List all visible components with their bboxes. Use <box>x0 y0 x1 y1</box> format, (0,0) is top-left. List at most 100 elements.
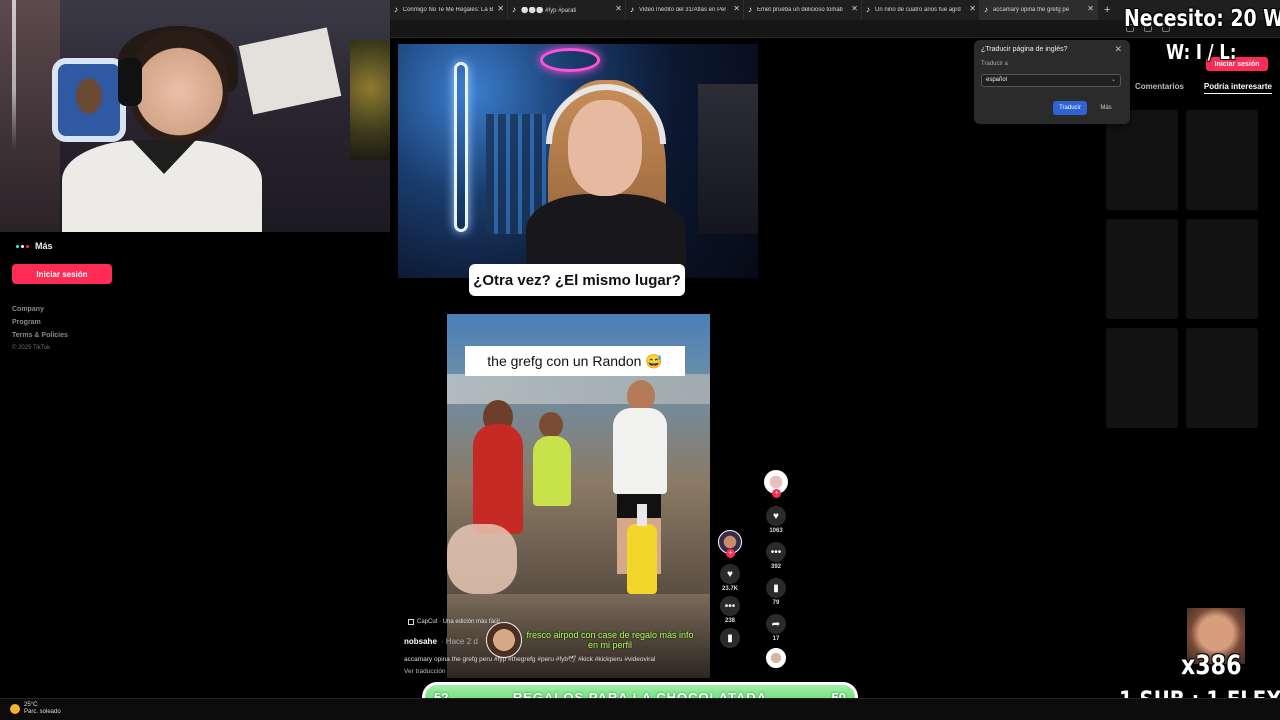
sun-icon <box>10 704 20 714</box>
more-button[interactable]: Más <box>1091 101 1121 115</box>
tiktok-icon <box>630 5 636 14</box>
stream-screen: Más Iniciar sesión Company Program Terms… <box>0 0 1280 720</box>
language-select[interactable]: español ⌄ <box>981 74 1121 87</box>
more-label: Más <box>35 241 53 251</box>
close-icon[interactable]: ✕ <box>615 4 622 13</box>
browser-tab[interactable]: Emet prueba un delicioso tomati ✕ <box>744 0 862 20</box>
bookmark-icon[interactable]: ▮ <box>720 628 740 648</box>
tab-related[interactable]: Podría interesarte <box>1203 82 1272 94</box>
tab-label: ⚪⚪⚪ #fyp #parati <box>521 7 577 14</box>
capcut-link[interactable]: CapCut · Una edición más fácil <box>408 619 500 625</box>
inner-like-count: 23.7K <box>721 586 738 592</box>
sidebar-login-button[interactable]: Iniciar sesión <box>12 264 112 284</box>
inner-comment-count: 238 <box>724 618 735 624</box>
translate-button[interactable]: Traducir <box>1053 101 1087 115</box>
related-videos-grid <box>1106 110 1258 428</box>
browser-tab-active[interactable]: accamary opina the grefg pe ✕ <box>980 0 1098 20</box>
weather-text: 25°C Parc. soleado <box>24 702 61 716</box>
related-video-thumb[interactable] <box>1186 110 1258 210</box>
webcam-stool <box>52 58 126 142</box>
video-author[interactable]: nobsahe · Hace 2 d <box>404 637 478 646</box>
temperature: 25°C <box>24 702 38 708</box>
see-translation-link[interactable]: Ver traducción <box>404 668 446 675</box>
video-inner-frame[interactable]: the grefg con un Randon 😅 <box>447 314 710 594</box>
awning <box>447 374 710 404</box>
win-loss-text: W: I / L: <box>1166 40 1237 64</box>
translate-title: ¿Traducir página de inglés? <box>981 46 1068 53</box>
neon-sign <box>540 48 600 72</box>
chevron-down-icon: ⌄ <box>1110 77 1116 83</box>
browser-tab[interactable]: ⚪⚪⚪ #fyp #parati ✕ <box>508 0 626 20</box>
heart-icon[interactable]: ♥ <box>720 564 740 584</box>
capcut-icon <box>408 619 414 625</box>
copyright: © 2025 TikTok <box>12 345 51 351</box>
more-menu[interactable]: Más <box>16 241 53 251</box>
footer-link-company[interactable]: Company <box>12 306 68 313</box>
bookmark-icon[interactable]: ▮ <box>766 578 786 598</box>
action-bar: + ♥ 1063 ••• 392 ▮ 79 ➦ 17 <box>764 470 788 668</box>
person-green-shirt <box>533 436 571 506</box>
tiktok-icon <box>866 5 872 14</box>
share-icon[interactable]: ➦ <box>766 614 786 634</box>
browser-tab[interactable]: Video Inédito del 31/Atlas en Per ✕ <box>626 0 744 20</box>
close-icon[interactable]: ✕ <box>497 4 504 13</box>
follow-plus-icon[interactable]: + <box>726 549 735 558</box>
close-icon[interactable]: ✕ <box>1087 4 1094 13</box>
creator-avatar[interactable]: + <box>764 470 788 498</box>
post-time: · Hace 2 d <box>440 637 478 646</box>
webcam-headset <box>118 58 142 106</box>
author-name[interactable]: nobsahe <box>404 637 437 646</box>
share-count: 17 <box>772 636 780 642</box>
close-icon[interactable]: ✕ <box>733 4 740 13</box>
taskbar: 25°C Parc. soleado <box>0 698 1280 720</box>
inner-avatar[interactable]: + <box>718 530 742 558</box>
related-video-thumb[interactable] <box>1186 328 1258 428</box>
tiktok-icon <box>512 5 518 14</box>
promo-avatar <box>486 622 522 658</box>
video-description: accamary opina the grefg peru #fyp #theg… <box>404 656 656 663</box>
tab-label: Video Inédito del 31/Atlas en Per <box>639 7 727 13</box>
related-video-thumb[interactable] <box>1106 110 1178 210</box>
footer-links: Company Program Terms & Policies © 2025 … <box>12 306 68 357</box>
video-caption-inner: the grefg con un Randon 😅 <box>465 346 685 376</box>
pushup-counter: x386 <box>1181 650 1242 681</box>
heart-icon[interactable]: ♥ <box>766 506 786 526</box>
follow-plus-icon[interactable]: + <box>772 489 781 498</box>
browser-tab[interactable]: Un niño de cuatro años fue agrd ✕ <box>862 0 980 20</box>
webcam-shirt <box>62 140 262 232</box>
related-video-thumb[interactable] <box>1186 219 1258 319</box>
close-icon[interactable]: ✕ <box>1114 44 1122 55</box>
weather-widget[interactable]: 25°C Parc. soleado <box>10 702 61 716</box>
webcam-wall <box>0 0 60 232</box>
webcam-board <box>238 27 342 115</box>
music-disc-icon[interactable] <box>766 648 786 668</box>
save-count: 79 <box>772 600 780 606</box>
hand <box>447 524 517 594</box>
comment-icon[interactable]: ••• <box>766 542 786 562</box>
video-top-frame[interactable] <box>398 44 758 278</box>
tiktok-sidebar: Más Iniciar sesión Company Program Terms… <box>0 232 390 698</box>
related-video-thumb[interactable] <box>1106 219 1178 319</box>
webcam-face <box>130 30 228 142</box>
streamer-webcam <box>0 0 390 232</box>
tiktok-icon <box>748 5 754 14</box>
new-tab-plus-icon[interactable]: + <box>1104 4 1110 16</box>
related-video-thumb[interactable] <box>1106 328 1178 428</box>
translate-popup: ¿Traducir página de inglés? ✕ Traducir a… <box>974 40 1130 124</box>
wins-goal-text: Necesito: 20 WINS <box>1124 6 1280 32</box>
close-icon[interactable]: ✕ <box>851 4 858 13</box>
language-select-value: español <box>986 77 1008 83</box>
comment-icon[interactable]: ••• <box>720 596 740 616</box>
tiktok-icon <box>984 5 990 14</box>
footer-link-program[interactable]: Program <box>12 319 68 326</box>
close-icon[interactable]: ✕ <box>969 4 976 13</box>
tab-label: Emet prueba un delicioso tomati <box>757 7 843 13</box>
neon-light <box>454 62 468 232</box>
footer-link-terms[interactable]: Terms & Policies <box>12 332 68 339</box>
browser-tab[interactable]: Conmigo No Te Me Regales: La Be ✕ <box>390 0 508 20</box>
video-caption-top: ¿Otra vez? ¿El mismo lugar? <box>469 264 685 296</box>
tab-comments[interactable]: Comentarios <box>1135 82 1184 94</box>
translate-subtitle: Traducir a <box>981 61 1008 67</box>
more-dots-icon <box>16 244 29 248</box>
weather-condition: Parc. soleado <box>24 709 61 715</box>
